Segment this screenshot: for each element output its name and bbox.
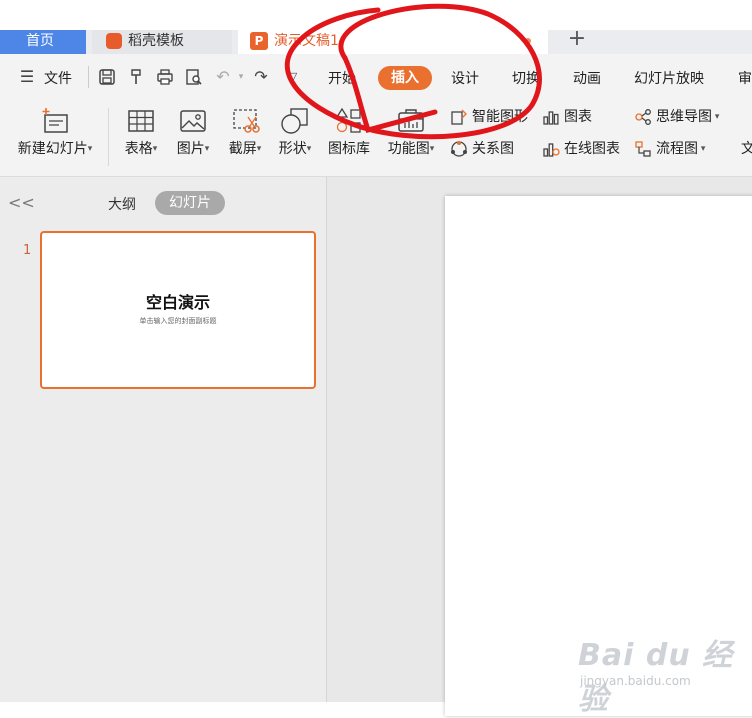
baidu-watermark: Bai du 经验 jingyan.baidu.com — [578, 630, 748, 717]
watermark-url: jingyan.baidu.com — [580, 674, 691, 688]
red-annotation-circle — [284, 3, 542, 140]
